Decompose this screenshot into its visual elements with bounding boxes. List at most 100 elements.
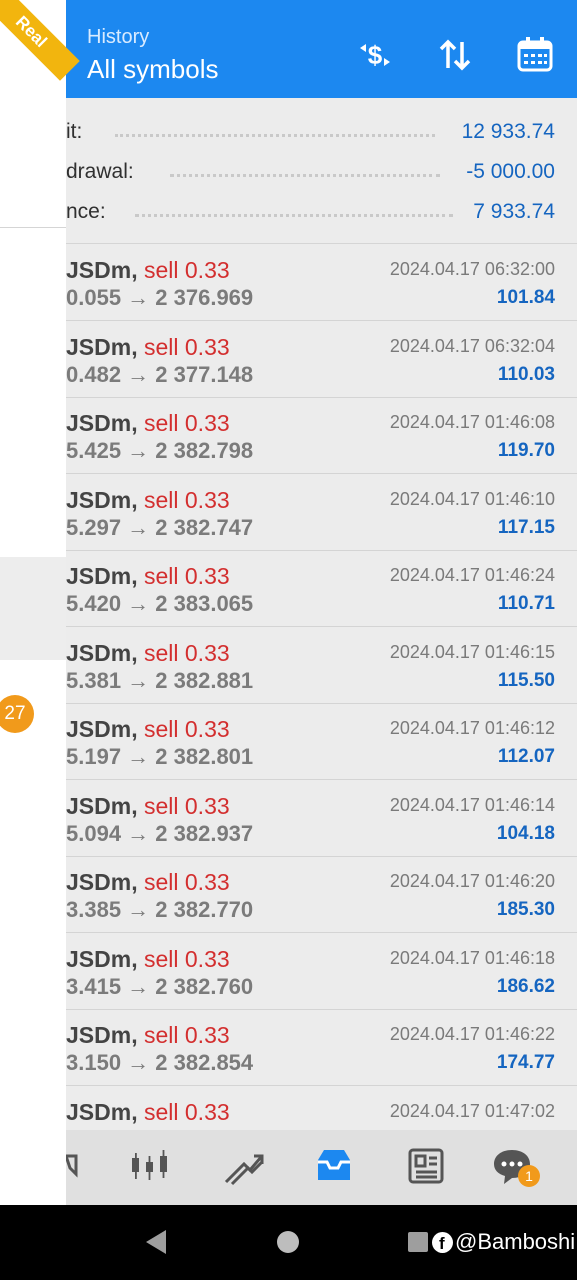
trade-prices: 5.297 → 2 382.747 (66, 514, 254, 540)
header-bar: History All symbols $ (0, 0, 577, 98)
trade-icon[interactable] (222, 1144, 266, 1188)
leader-dots (170, 174, 440, 177)
leader-dots (135, 214, 453, 217)
trade-row[interactable]: JSDm, sell 0.33 2024.04.17 01:47:02 (0, 1086, 577, 1130)
trade-profit: 101.84 (496, 287, 555, 308)
trade-time: 2024.04.17 01:46:12 (389, 718, 555, 738)
account-summary: it: 12 933.74 drawal: -5 000.00 nce: 7 9… (0, 98, 577, 244)
candlestick-chart-icon[interactable] (128, 1144, 172, 1188)
trade-time: 2024.04.17 01:47:02 (389, 1100, 555, 1121)
sort-icon[interactable] (434, 34, 476, 76)
trade-profit: 117.15 (497, 516, 555, 538)
calendar-icon[interactable] (514, 34, 556, 76)
summary-row-deposit: it: 12 933.74 (0, 114, 577, 150)
symbol-name: JSDm, (66, 333, 144, 360)
trade-row[interactable]: JSDm, sell 0.33 0.482 → 2 377.148 2024.04.… (0, 321, 577, 398)
history-inbox-icon[interactable] (312, 1144, 356, 1188)
leader-dots (115, 134, 435, 137)
trade-time: 2024.04.17 01:46:18 (389, 947, 555, 968)
trade-type: sell 0.33 (143, 486, 230, 513)
trade-row[interactable]: JSDm, sell 0.33 5.420 → 2 383.065 2024.04.… (0, 551, 577, 627)
trade-row[interactable]: JSDm, sell 0.33 5.381 → 2 382.881 2024.04.… (0, 627, 577, 704)
trade-type: sell 0.33 (143, 716, 230, 742)
trade-time: 2024.04.17 01:46:15 (389, 641, 555, 662)
trade-prices: 5.425 → 2 382.798 (66, 438, 254, 463)
recents-icon[interactable] (408, 1232, 428, 1252)
trade-profit: 112.07 (497, 746, 555, 767)
trade-type: sell 0.33 (143, 1098, 230, 1125)
trade-prices: 3.150 → 2 382.854 (66, 1050, 254, 1075)
app-root: History All symbols $ it: 12 933.74 draw… (0, 0, 577, 1280)
summary-value: 7 933.74 (473, 200, 555, 223)
symbol-name: JSDm, (66, 563, 144, 589)
symbol-name: JSDm, (66, 486, 144, 513)
trade-row[interactable]: JSDm, sell 0.33 5.425 → 2 382.798 2024.04.… (0, 398, 577, 474)
trade-prices: 5.094 → 2 382.937 (66, 820, 254, 846)
trade-profit: 110.71 (497, 593, 555, 614)
summary-value: -5 000.00 (466, 160, 555, 183)
trade-row[interactable]: JSDm, sell 0.33 5.297 → 2 382.747 2024.04.… (0, 474, 577, 551)
trade-row[interactable]: JSDm, sell 0.33 3.150 → 2 382.854 2024.04.… (0, 1010, 577, 1086)
trade-type: sell 0.33 (143, 257, 230, 283)
symbol-name: JSDm, (66, 1022, 144, 1048)
trade-prices: 5.381 → 2 382.881 (66, 667, 254, 693)
trade-time: 2024.04.17 06:32:00 (389, 259, 555, 279)
drawer-account-header[interactable]: Real (0, 0, 80, 228)
trade-row[interactable]: JSDm, sell 0.33 5.197 → 2 382.801 2024.04.… (0, 704, 577, 780)
trade-type: sell 0.33 (143, 945, 230, 972)
svg-text:$: $ (368, 40, 383, 70)
drawer-notification-badge: 27 (0, 695, 34, 733)
summary-value: 12 933.74 (461, 120, 555, 143)
trade-time: 2024.04.17 01:46:14 (389, 794, 555, 815)
trade-row[interactable]: JSDm, sell 0.33 3.385 → 2 382.770 2024.04.… (0, 857, 577, 933)
trade-prices: 3.385 → 2 382.770 (66, 897, 254, 922)
trade-symbol: JSDm, sell 0.33 (66, 716, 230, 743)
home-icon[interactable] (277, 1231, 299, 1253)
trade-symbol: JSDm, sell 0.33 (66, 1022, 230, 1049)
trade-row[interactable]: JSDm, sell 0.33 0.055 → 2 376.969 2024.04.… (0, 245, 577, 321)
trade-type: sell 0.33 (143, 869, 230, 895)
bottom-nav (0, 1130, 577, 1205)
back-icon[interactable] (146, 1230, 166, 1254)
trade-symbol: JSDm, sell 0.33 (66, 869, 230, 896)
trade-row[interactable]: JSDm, sell 0.33 3.415 → 2 382.760 2024.04.… (0, 933, 577, 1010)
symbol-name: JSDm, (66, 716, 144, 742)
trade-symbol: JSDm, sell 0.33 (66, 1099, 230, 1126)
trade-symbol: JSDm, sell 0.33 (66, 487, 230, 514)
summary-row-balance: nce: 7 933.74 (0, 194, 577, 230)
symbol-name: JSDm, (66, 639, 144, 666)
trade-prices: 5.197 → 2 382.801 (66, 744, 254, 769)
trade-profit: 119.70 (497, 440, 555, 461)
trade-time: 2024.04.17 01:46:22 (389, 1024, 555, 1044)
summary-label: drawal: (66, 160, 134, 183)
trade-time: 2024.04.17 01:46:10 (389, 488, 555, 509)
trade-profit: 186.62 (496, 975, 555, 997)
summary-row-withdrawal: drawal: -5 000.00 (0, 154, 577, 190)
symbol-name: JSDm, (66, 945, 144, 972)
summary-label: nce: (66, 200, 106, 223)
drawer-selected-item[interactable] (0, 557, 66, 660)
news-icon[interactable] (404, 1144, 448, 1188)
trade-profit: 185.30 (496, 899, 555, 920)
facebook-icon: f (432, 1232, 453, 1253)
trade-symbol: JSDm, sell 0.33 (66, 640, 230, 667)
currency-swap-icon[interactable]: $ (354, 34, 396, 76)
trade-list: JSDm, sell 0.33 0.055 → 2 376.969 2024.04.… (0, 245, 577, 1130)
trade-type: sell 0.33 (143, 563, 230, 589)
trade-symbol: JSDm, sell 0.33 (66, 946, 230, 973)
symbol-filter[interactable]: All symbols (87, 54, 218, 85)
trade-time: 2024.04.17 06:32:04 (389, 335, 555, 356)
trade-profit: 115.50 (497, 669, 555, 691)
trade-type: sell 0.33 (143, 792, 230, 819)
trade-symbol: JSDm, sell 0.33 (66, 334, 230, 361)
trade-row[interactable]: JSDm, sell 0.33 5.094 → 2 382.937 2024.04.… (0, 780, 577, 857)
trade-prices: 0.055 → 2 376.969 (66, 285, 254, 310)
trade-type: sell 0.33 (143, 1022, 230, 1048)
trade-time: 2024.04.17 01:46:20 (389, 871, 555, 891)
trade-time: 2024.04.17 01:46:08 (389, 412, 555, 432)
trade-type: sell 0.33 (143, 333, 230, 360)
trade-prices: 0.482 → 2 377.148 (66, 361, 254, 387)
symbol-name: JSDm, (66, 792, 144, 819)
watermark: @Bamboshi (455, 1229, 576, 1254)
symbol-name: JSDm, (66, 1098, 144, 1125)
